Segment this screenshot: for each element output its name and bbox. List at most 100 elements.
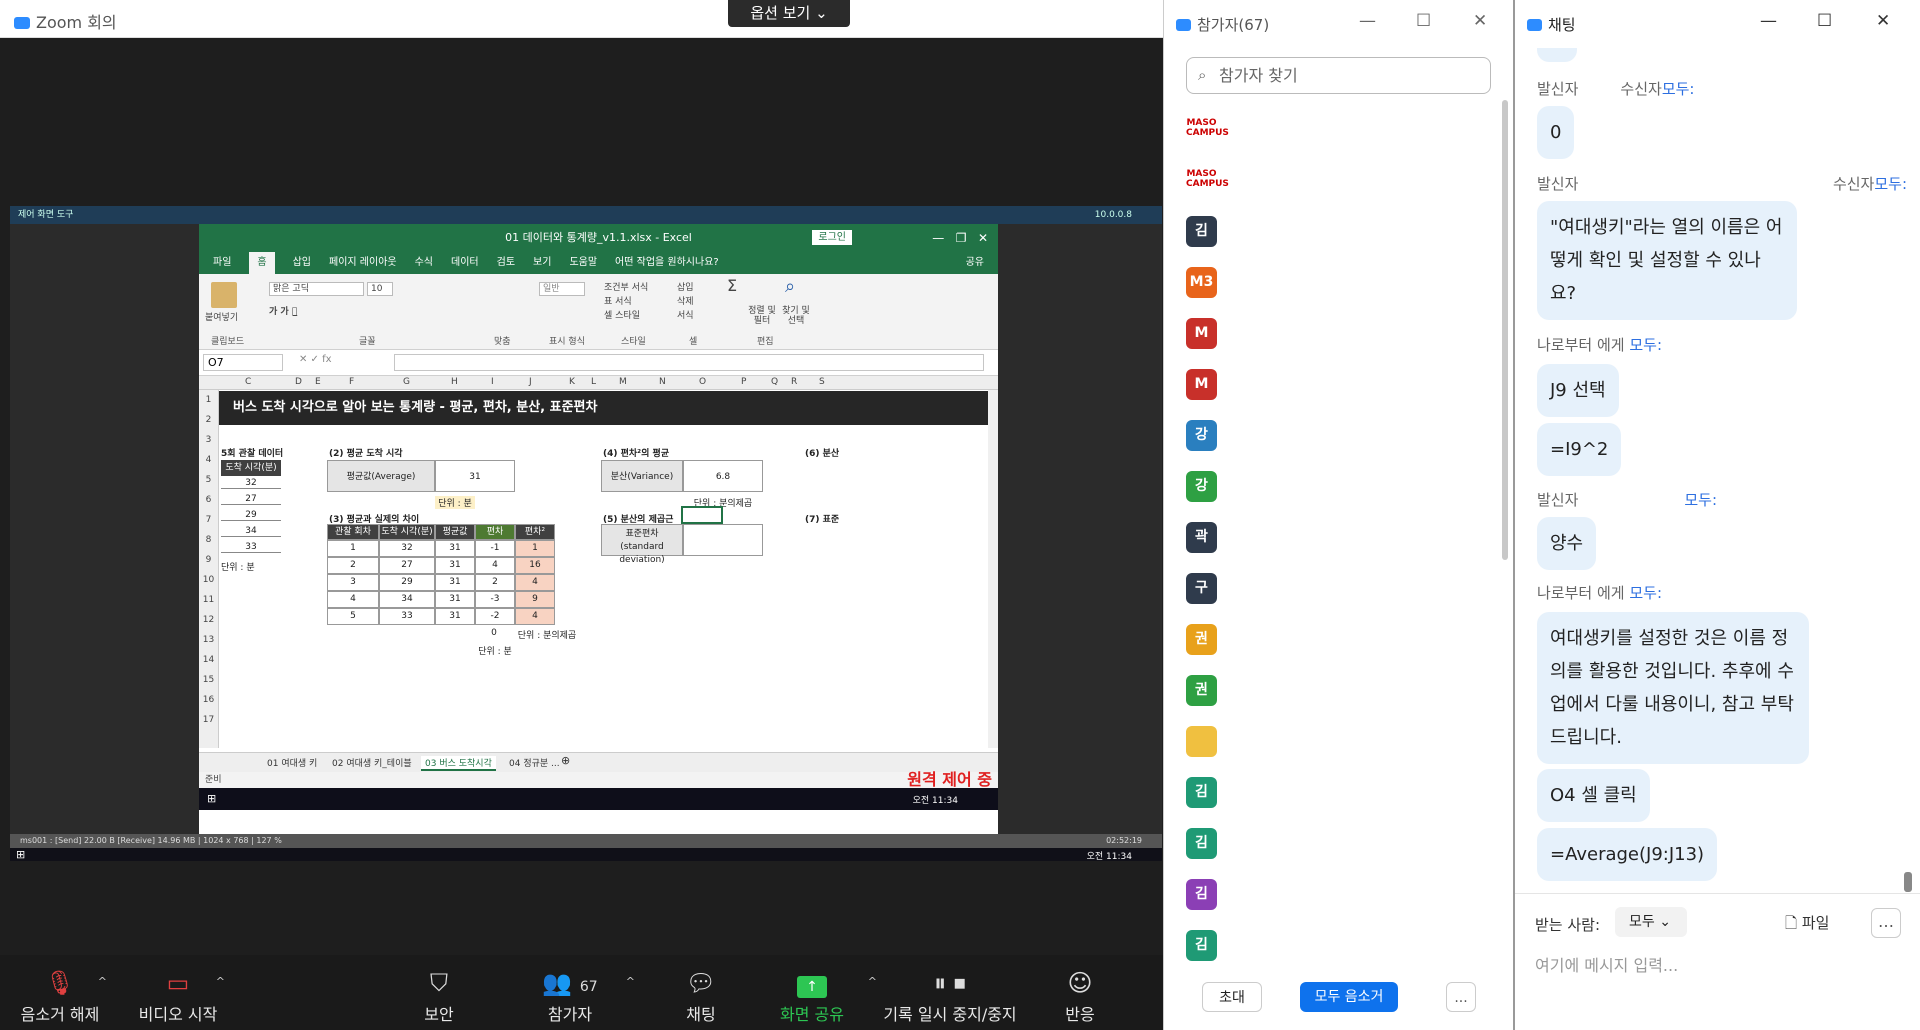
diff-cell[interactable]: 4 [515, 574, 555, 591]
tab-file[interactable]: 파일 [213, 252, 231, 274]
insert-cells-button[interactable]: 삽입 [677, 280, 694, 293]
participant-item[interactable]: MASO CAMPUS [1186, 104, 1486, 155]
column-header[interactable]: D [295, 377, 302, 387]
tab-data[interactable]: 데이터 [451, 252, 479, 274]
diff-cell[interactable]: 16 [515, 557, 555, 574]
login-button[interactable]: 로그인 [812, 230, 852, 245]
unmute-button[interactable]: 🎙︎ 음소거 해제 ^ [5, 955, 115, 1030]
obs-value[interactable]: 29 [221, 510, 281, 521]
spreadsheet-grid[interactable]: CDEFGHIJKLMNOPQRS 1 2 3 4 5 6 7 8 9 10 11 12 13 14 15 1… [199, 376, 998, 748]
sheet-tab-3[interactable]: 03 버스 도착시각 [421, 756, 496, 771]
obs-value[interactable]: 27 [221, 494, 281, 505]
start-video-button[interactable]: ▭ 비디오 시작 ^ [123, 955, 233, 1030]
diff-cell[interactable]: 4 [327, 591, 379, 608]
column-header[interactable]: O [699, 377, 706, 387]
column-header[interactable]: F [349, 377, 354, 387]
find-select-button[interactable]: 찾기 및 선택 [779, 306, 813, 326]
tab-page-layout[interactable]: 페이지 레이아웃 [329, 252, 397, 274]
participant-item[interactable]: MASO CAMPUS [1186, 155, 1486, 206]
row-header[interactable]: 16 [199, 690, 218, 710]
column-header[interactable]: L [591, 377, 596, 387]
security-button[interactable]: ⛉ 보안 [384, 955, 494, 1030]
name-box[interactable]: O7 [203, 354, 283, 371]
diff-cell[interactable]: 3 [327, 574, 379, 591]
column-header[interactable]: K [569, 377, 575, 387]
obs-value[interactable]: 33 [221, 542, 281, 553]
invite-button[interactable]: 초대 [1202, 982, 1262, 1012]
diff-cell[interactable]: 31 [435, 540, 475, 557]
font-size-select[interactable]: 10 [367, 282, 393, 296]
maximize-icon[interactable]: ☐ [1416, 11, 1431, 31]
reactions-button[interactable]: ☺ 반응 [1025, 955, 1135, 1030]
participant-item[interactable]: M3 [1186, 257, 1486, 308]
windows-start-icon[interactable]: ⊞ [207, 792, 216, 805]
diff-cell[interactable]: 31 [435, 574, 475, 591]
participant-item[interactable]: M [1186, 308, 1486, 359]
record-button[interactable]: ⏸ ⏹ 기록 일시 중지/중지 [880, 955, 1020, 1030]
bold-italic-underline-icons[interactable]: 가 가 가̲ [269, 304, 297, 317]
autosum-icon[interactable]: Σ [727, 276, 737, 295]
participant-item[interactable]: 김 [1186, 869, 1486, 920]
video-options-caret[interactable]: ^ [216, 975, 225, 988]
add-sheet-icon[interactable]: ⊕ [561, 754, 570, 767]
participant-item[interactable]: 강 [1186, 461, 1486, 512]
font-name-select[interactable]: 맑은 고딕 [269, 282, 364, 296]
column-header[interactable]: G [403, 377, 410, 387]
find-icon[interactable]: ⌕ [785, 276, 795, 297]
audio-options-caret[interactable]: ^ [98, 975, 107, 988]
diff-cell[interactable]: 34 [379, 591, 435, 608]
number-format-select[interactable]: 일반 [539, 282, 585, 296]
diff-cell[interactable]: 29 [379, 574, 435, 591]
diff-cell[interactable]: -3 [475, 591, 515, 608]
participant-item[interactable]: 김 [1186, 818, 1486, 869]
column-header[interactable]: I [491, 377, 494, 387]
vertical-scrollbar[interactable] [988, 390, 998, 748]
window-controls[interactable]: — ❐ ✕ [932, 224, 988, 252]
diff-cell[interactable]: 9 [515, 591, 555, 608]
sheet-tab-1[interactable]: 01 여대생 키 [267, 756, 317, 769]
row-header[interactable]: 7 [199, 510, 218, 530]
share-options-caret[interactable]: ^ [868, 975, 877, 988]
diff-cell[interactable]: 27 [379, 557, 435, 574]
participant-item[interactable]: 강 [1186, 410, 1486, 461]
participants-caret[interactable]: ^ [626, 975, 635, 988]
participant-item[interactable]: 김 [1186, 767, 1486, 818]
table-format-button[interactable]: 표 서식 [604, 294, 632, 307]
row-header[interactable]: 5 [199, 470, 218, 490]
column-header[interactable]: M [619, 377, 627, 387]
recipient-select[interactable]: 모두 ⌄ [1615, 907, 1687, 937]
chat-scrollbar[interactable] [1904, 872, 1912, 892]
column-header[interactable]: E [315, 377, 321, 387]
std-value[interactable] [683, 524, 763, 556]
participant-item[interactable]: 구 [1186, 563, 1486, 614]
paste-icon[interactable] [211, 282, 237, 308]
tell-me-search[interactable]: 어떤 작업을 원하시나요? [615, 252, 719, 274]
obs-value[interactable]: 34 [221, 526, 281, 537]
column-header[interactable]: P [741, 377, 746, 387]
minimize-icon[interactable]: — [1760, 11, 1777, 31]
participant-search-input[interactable]: ⌕ 참가자 찾기 [1186, 57, 1491, 94]
column-header[interactable]: R [791, 377, 797, 387]
column-header[interactable]: J [529, 377, 532, 387]
participants-button[interactable]: 👥 67 참가자 ^ [515, 955, 635, 1030]
diff-cell[interactable]: -2 [475, 608, 515, 625]
column-header[interactable]: C [245, 377, 251, 387]
diff-cell[interactable]: 32 [379, 540, 435, 557]
share-screen-button[interactable]: ↑ 화면 공유 ^ [757, 955, 877, 1030]
row-header[interactable]: 15 [199, 670, 218, 690]
sheet-tab-2[interactable]: 02 여대생 키_테이블 [332, 756, 412, 769]
row-header[interactable]: 4 [199, 450, 218, 470]
conditional-format-button[interactable]: 조건부 서식 [604, 280, 648, 293]
participant-item[interactable] [1186, 716, 1486, 767]
diff-cell[interactable]: 31 [435, 591, 475, 608]
participant-item[interactable]: 권 [1186, 614, 1486, 665]
row-header[interactable]: 14 [199, 650, 218, 670]
formula-input[interactable] [394, 354, 984, 371]
sort-filter-button[interactable]: 정렬 및 필터 [747, 306, 777, 326]
row-header[interactable]: 17 [199, 710, 218, 730]
diff-cell[interactable]: -1 [475, 540, 515, 557]
diff-cell[interactable]: 4 [475, 557, 515, 574]
diff-cell[interactable]: 4 [515, 608, 555, 625]
selected-cell[interactable] [681, 506, 723, 524]
participant-item[interactable]: 김 [1186, 206, 1486, 257]
